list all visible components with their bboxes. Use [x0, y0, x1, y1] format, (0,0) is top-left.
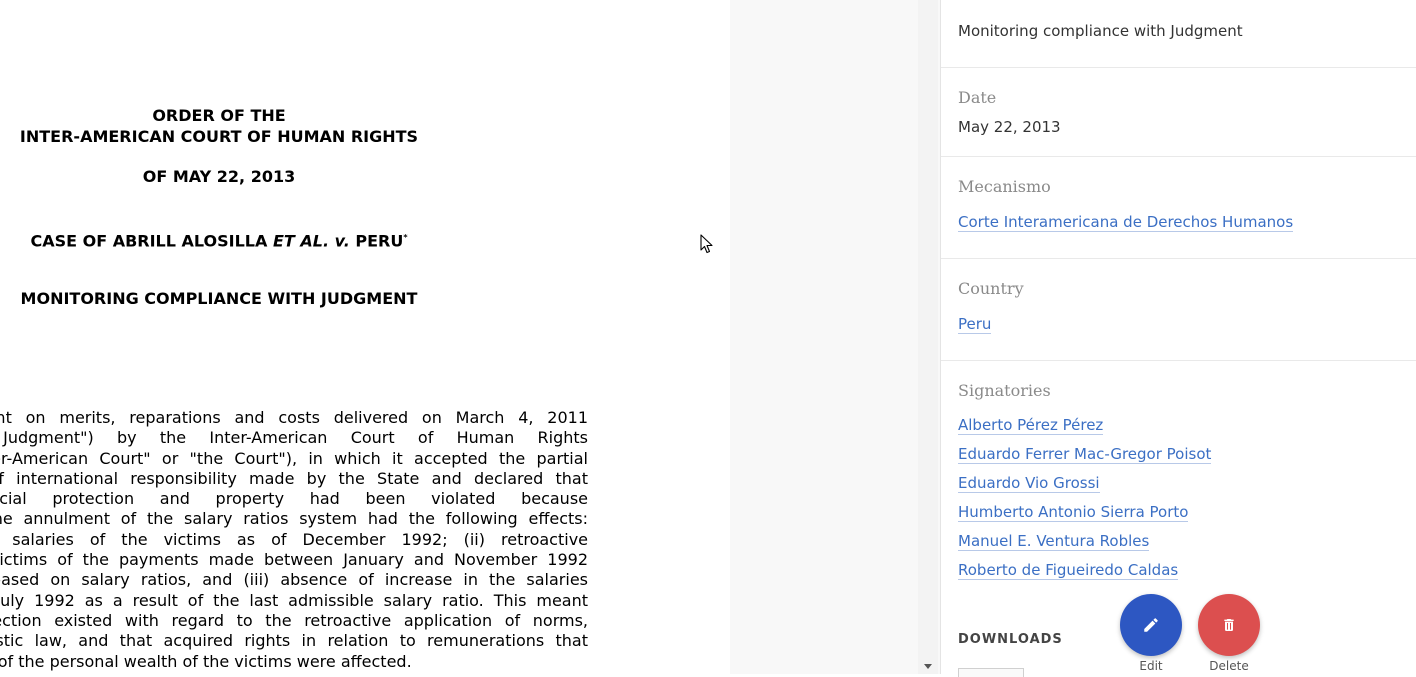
document-body-line: mestic law, and that acquired rights in …: [0, 631, 588, 651]
downloads-label: DOWNLOADS: [958, 632, 1063, 647]
mechanism-link[interactable]: Corte Interamericana de Derechos Humanos: [958, 213, 1294, 232]
signatory-name: Manuel E. Ventura Robles: [958, 532, 1150, 551]
scroll-arrow-down-icon[interactable]: [924, 664, 932, 669]
field-type: Monitoring compliance with Judgment: [941, 0, 1416, 68]
download-thumbnail[interactable]: [958, 668, 1024, 677]
document-body-line: f the annulment of the salary ratios sys…: [0, 509, 588, 529]
field-date: Date May 22, 2013: [941, 68, 1416, 157]
document-section-title: MONITORING COMPLIANCE WITH JUDGMENT: [20, 289, 418, 308]
edit-button[interactable]: [1120, 594, 1182, 656]
case-title-italic: ET AL. v.: [272, 231, 350, 251]
signatory-link[interactable]: Alberto Pérez Pérez: [958, 416, 1211, 435]
signatories-label: Signatories: [958, 381, 1051, 400]
mechanism-label: Mecanismo: [958, 177, 1051, 196]
type-value: Monitoring compliance with Judgment: [958, 22, 1243, 40]
viewer-gutter: [730, 0, 941, 674]
signatories-list: Alberto Pérez Pérez Eduardo Ferrer Mac-Gr…: [958, 416, 1212, 580]
document-body-line: ment on merits, reparations and costs de…: [0, 408, 588, 427]
field-country: Country Peru: [941, 259, 1416, 361]
document-case-title: CASE OF ABRILL ALOSILLA ET AL. v. PERU*: [0, 227, 438, 251]
mouse-pointer-icon: [700, 234, 713, 254]
pencil-icon: [1144, 618, 1158, 632]
document-viewer[interactable]: ORDER OF THE INTER-AMERICAN COURT OF HUM…: [0, 0, 730, 674]
signatory-name: Eduardo Vio Grossi: [958, 474, 1100, 493]
field-mechanism: Mecanismo Corte Interamericana de Derech…: [941, 157, 1416, 259]
document-heading-line2: INTER-AMERICAN COURT OF HUMAN RIGHTS: [19, 127, 419, 146]
signatory-name: Humberto Antonio Sierra Porto: [958, 503, 1189, 522]
edit-button-label: Edit: [1139, 659, 1163, 673]
document-body-line: e based on salary ratios, and (iii) abse…: [0, 570, 588, 590]
case-title-footnote: *: [403, 233, 408, 242]
document-body-line: t of international responsibility made b…: [0, 468, 588, 488]
case-title-suffix: PERU: [349, 231, 404, 251]
document-body-line: of July 1992 as a result of the last adm…: [0, 590, 588, 610]
date-label: Date: [958, 88, 997, 107]
document-body: ment on merits, reparations and costs de…: [0, 408, 588, 672]
signatory-link[interactable]: Eduardo Ferrer Mac-Gregor Poisot: [958, 445, 1212, 464]
metadata-panel: Monitoring compliance with Judgment Date…: [941, 0, 1416, 677]
document-heading-date: OF MAY 22, 2013: [142, 167, 296, 186]
trash-icon: [1224, 619, 1234, 631]
document-body-line: the salaries of the victims as of Decemb…: [0, 529, 588, 549]
country-link[interactable]: Peru: [958, 315, 992, 334]
document-body-line: art of the personal wealth of the victim…: [0, 651, 412, 671]
signatory-name: Eduardo Ferrer Mac-Gregor Poisot: [958, 445, 1212, 464]
document-body-line: rotection existed with regard to the ret…: [0, 610, 588, 630]
document-body-line: judicial protection and property had bee…: [0, 489, 588, 509]
case-title-prefix: CASE OF ABRILL ALOSILLA: [30, 231, 273, 251]
signatory-link[interactable]: Humberto Antonio Sierra Porto: [958, 503, 1211, 522]
document-body-line: e Judgment") by the Inter-American Court…: [0, 428, 588, 448]
viewer-scrollbar[interactable]: [918, 0, 938, 674]
signatory-name: Alberto Pérez Pérez: [958, 416, 1104, 435]
delete-button-label: Delete: [1209, 659, 1249, 673]
country-label: Country: [958, 279, 1024, 298]
document-body-line: Inter-American Court" or "the Court"), i…: [0, 448, 588, 468]
document-body-line: e victims of the payments made between J…: [0, 550, 588, 570]
delete-button[interactable]: [1198, 594, 1260, 656]
date-value: May 22, 2013: [958, 118, 1061, 136]
signatory-link[interactable]: Roberto de Figueiredo Caldas: [958, 561, 1211, 580]
signatory-link[interactable]: Eduardo Vio Grossi: [958, 474, 1211, 493]
signatory-link[interactable]: Manuel E. Ventura Robles: [958, 532, 1211, 551]
signatory-name: Roberto de Figueiredo Caldas: [958, 561, 1179, 580]
document-heading-line1: ORDER OF THE: [152, 106, 286, 125]
